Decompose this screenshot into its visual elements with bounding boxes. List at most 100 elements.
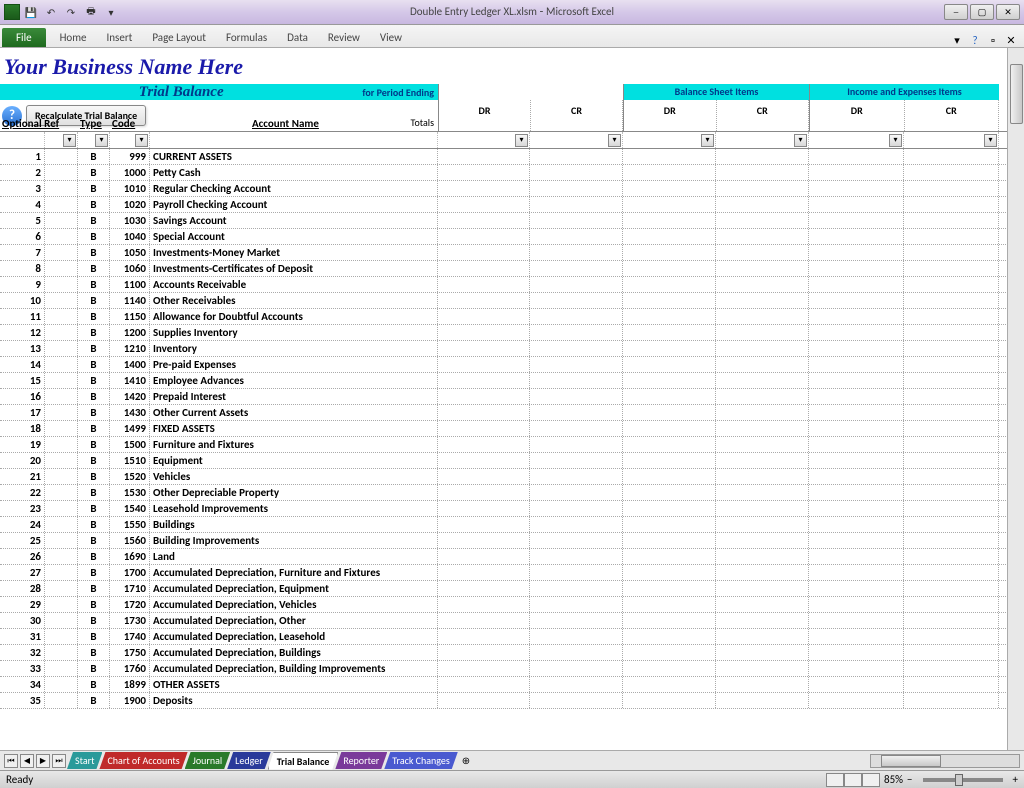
cell-type[interactable]: B xyxy=(78,357,110,372)
cell-type[interactable]: B xyxy=(78,533,110,548)
cell-dr3[interactable] xyxy=(809,645,904,660)
cell-dr2[interactable] xyxy=(623,245,716,260)
cell-code[interactable]: 1060 xyxy=(110,261,150,276)
cell-type[interactable]: B xyxy=(78,405,110,420)
cell-cr1[interactable] xyxy=(530,469,623,484)
cell-dr3[interactable] xyxy=(809,245,904,260)
cell-cr2[interactable] xyxy=(716,165,809,180)
cell-cr1[interactable] xyxy=(530,581,623,596)
cell-dr3[interactable] xyxy=(809,661,904,676)
cell-ref[interactable] xyxy=(45,325,78,340)
cell-dr2[interactable] xyxy=(623,469,716,484)
zoom-slider[interactable] xyxy=(923,778,1003,782)
cell-dr2[interactable] xyxy=(623,309,716,324)
cell-account[interactable]: Accumulated Depreciation, Furniture and … xyxy=(150,565,438,580)
table-row[interactable]: 4B1020Payroll Checking Account xyxy=(0,197,1024,213)
cell-ref[interactable] xyxy=(45,277,78,292)
cell-cr1[interactable] xyxy=(530,677,623,692)
cell-dr1[interactable] xyxy=(438,389,530,404)
cell-ref[interactable] xyxy=(45,613,78,628)
cell-dr3[interactable] xyxy=(809,405,904,420)
cell-dr1[interactable] xyxy=(438,517,530,532)
table-row[interactable]: 16B1420Prepaid Interest xyxy=(0,389,1024,405)
cell-dr2[interactable] xyxy=(623,597,716,612)
cell-account[interactable]: Accumulated Depreciation, Equipment xyxy=(150,581,438,596)
cell-cr1[interactable] xyxy=(530,229,623,244)
cell-type[interactable]: B xyxy=(78,661,110,676)
cell-cr2[interactable] xyxy=(716,405,809,420)
cell-dr2[interactable] xyxy=(623,357,716,372)
tab-nav-last[interactable]: ⏭ xyxy=(52,754,66,768)
zoom-in-icon[interactable]: + xyxy=(1013,773,1018,786)
cell-cr3[interactable] xyxy=(904,581,999,596)
filter-dr2-dropdown[interactable]: ▾ xyxy=(701,134,714,147)
cell-cr3[interactable] xyxy=(904,485,999,500)
qat-undo-icon[interactable]: ↶ xyxy=(42,3,60,21)
cell-cr2[interactable] xyxy=(716,581,809,596)
cell-cr2[interactable] xyxy=(716,693,809,708)
cell-dr1[interactable] xyxy=(438,213,530,228)
cell-cr1[interactable] xyxy=(530,293,623,308)
cell-cr3[interactable] xyxy=(904,565,999,580)
cell-cr3[interactable] xyxy=(904,469,999,484)
cell-dr1[interactable] xyxy=(438,165,530,180)
cell-ref[interactable] xyxy=(45,293,78,308)
cell-account[interactable]: OTHER ASSETS xyxy=(150,677,438,692)
cell-dr2[interactable] xyxy=(623,229,716,244)
cell-cr1[interactable] xyxy=(530,341,623,356)
cell-dr2[interactable] xyxy=(623,645,716,660)
cell-dr3[interactable] xyxy=(809,341,904,356)
cell-cr3[interactable] xyxy=(904,229,999,244)
ribbon-close-icon[interactable]: ✕ xyxy=(1004,33,1018,47)
cell-account[interactable]: Accounts Receivable xyxy=(150,277,438,292)
cell-type[interactable]: B xyxy=(78,597,110,612)
table-row[interactable]: 2B1000Petty Cash xyxy=(0,165,1024,181)
table-row[interactable]: 10B1140Other Receivables xyxy=(0,293,1024,309)
cell-ref[interactable] xyxy=(45,213,78,228)
cell-code[interactable]: 1200 xyxy=(110,325,150,340)
cell-dr3[interactable] xyxy=(809,549,904,564)
cell-dr1[interactable] xyxy=(438,149,530,164)
cell-dr3[interactable] xyxy=(809,693,904,708)
cell-account[interactable]: Supplies Inventory xyxy=(150,325,438,340)
hscroll-thumb[interactable] xyxy=(881,755,941,767)
filter-cr3-dropdown[interactable]: ▾ xyxy=(984,134,997,147)
cell-account[interactable]: Investments-Certificates of Deposit xyxy=(150,261,438,276)
cell-code[interactable]: 1900 xyxy=(110,693,150,708)
cell-dr2[interactable] xyxy=(623,421,716,436)
cell-cr3[interactable] xyxy=(904,517,999,532)
cell-cr3[interactable] xyxy=(904,629,999,644)
table-row[interactable]: 30B1730Accumulated Depreciation, Other xyxy=(0,613,1024,629)
cell-code[interactable]: 1750 xyxy=(110,645,150,660)
cell-code[interactable]: 1030 xyxy=(110,213,150,228)
cell-cr2[interactable] xyxy=(716,357,809,372)
qat-redo-icon[interactable]: ↷ xyxy=(62,3,80,21)
cell-type[interactable]: B xyxy=(78,645,110,660)
cell-dr1[interactable] xyxy=(438,245,530,260)
cell-cr1[interactable] xyxy=(530,181,623,196)
cell-cr3[interactable] xyxy=(904,373,999,388)
filter-dr3-dropdown[interactable]: ▾ xyxy=(889,134,902,147)
cell-dr1[interactable] xyxy=(438,357,530,372)
horizontal-scrollbar[interactable] xyxy=(870,754,1020,768)
cell-dr2[interactable] xyxy=(623,181,716,196)
cell-dr1[interactable] xyxy=(438,421,530,436)
filter-code-dropdown[interactable]: ▾ xyxy=(135,134,148,147)
cell-ref[interactable] xyxy=(45,309,78,324)
filter-type-dropdown[interactable]: ▾ xyxy=(95,134,108,147)
cell-dr2[interactable] xyxy=(623,389,716,404)
ribbon-tab-formulas[interactable]: Formulas xyxy=(216,28,277,47)
cell-dr1[interactable] xyxy=(438,197,530,212)
cell-cr3[interactable] xyxy=(904,613,999,628)
cell-dr2[interactable] xyxy=(623,517,716,532)
sheet-tab-reporter[interactable]: Reporter xyxy=(335,752,387,769)
cell-dr2[interactable] xyxy=(623,533,716,548)
cell-type[interactable]: B xyxy=(78,165,110,180)
sheet-tab-start[interactable]: Start xyxy=(67,752,102,769)
cell-cr2[interactable] xyxy=(716,661,809,676)
cell-dr1[interactable] xyxy=(438,661,530,676)
cell-cr3[interactable] xyxy=(904,405,999,420)
cell-type[interactable]: B xyxy=(78,421,110,436)
cell-cr1[interactable] xyxy=(530,261,623,276)
cell-cr3[interactable] xyxy=(904,181,999,196)
